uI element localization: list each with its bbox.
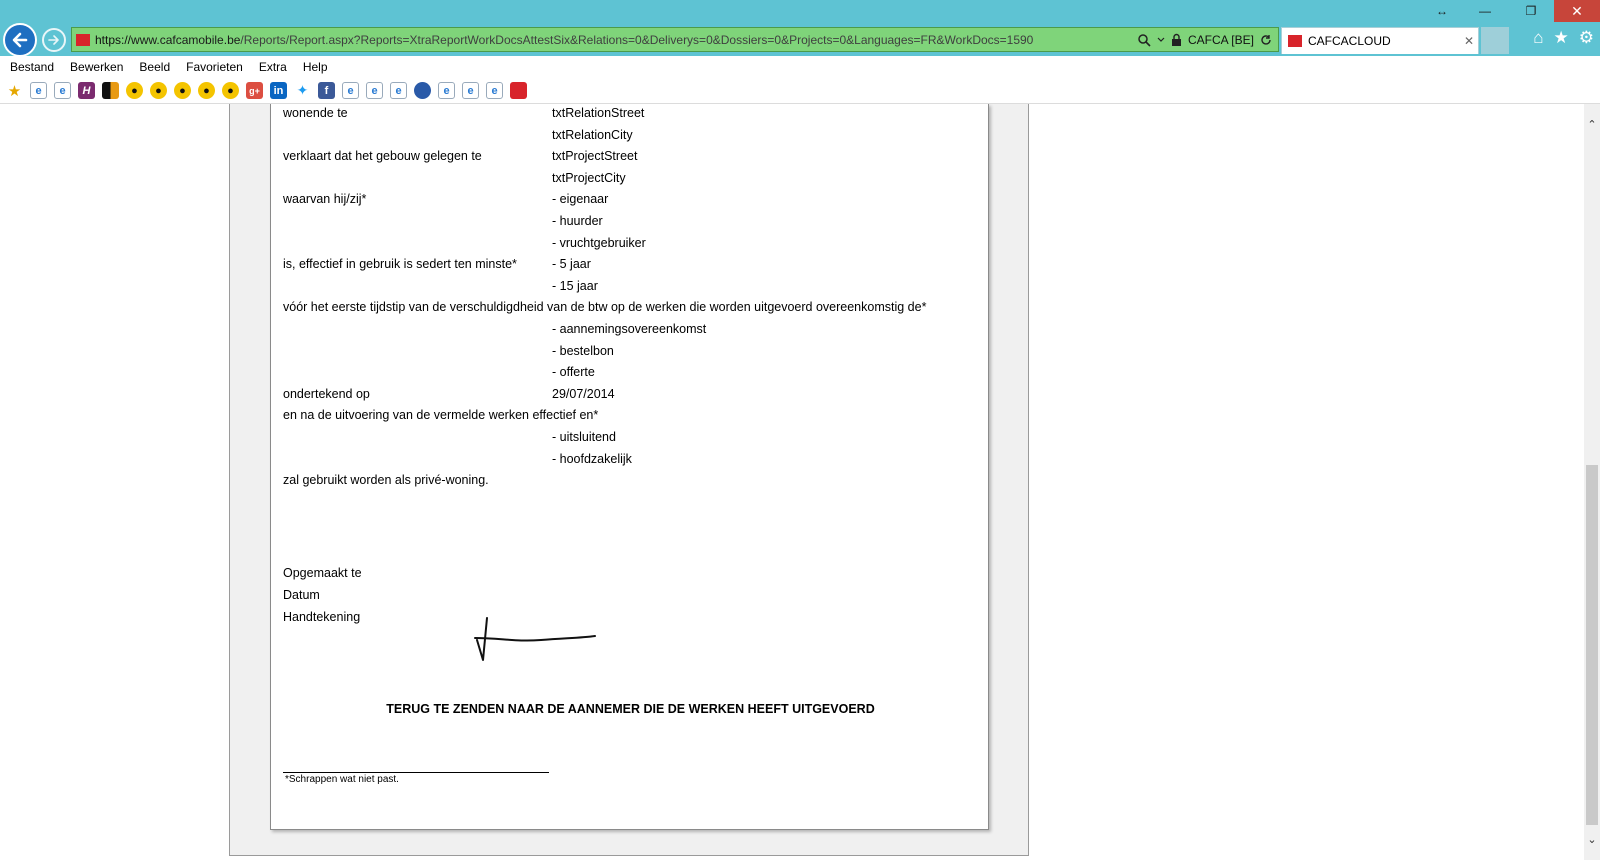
ie-page-icon[interactable]: e	[30, 82, 47, 99]
search-icon[interactable]	[1137, 33, 1151, 47]
doc-line-label: en na de uitvoering van de vermelde werk…	[283, 408, 599, 423]
doc-line-value: - hoofdzakelijk	[552, 451, 632, 466]
cafca-site-icon[interactable]	[510, 82, 527, 99]
report-viewer: wonende te txtRelationStreet txtRelationCi…	[229, 104, 1029, 856]
flag-site-icon[interactable]	[102, 82, 119, 99]
doc-line-label: is, effectief in gebruik is sedert ten m…	[283, 257, 517, 272]
handtekening-label: Handtekening	[283, 610, 361, 624]
new-tab-button[interactable]	[1481, 27, 1509, 54]
doc-line-label: vóór het eerste tijdstip van de verschul…	[283, 300, 927, 315]
twitter-icon[interactable]: ✦	[294, 82, 311, 99]
window-controls: ↔ — ❐ ✕	[1422, 0, 1600, 22]
linkedin-icon[interactable]: in	[270, 82, 287, 99]
tab-favicon	[1288, 35, 1302, 47]
doc-line-label: zal gebruikt worden als privé-woning.	[283, 473, 489, 488]
handwritten-signature	[474, 617, 596, 661]
scroll-up-icon[interactable]: ⌃	[1584, 116, 1600, 133]
doc-line-value: - 5 jaar	[552, 257, 591, 272]
back-button[interactable]	[3, 23, 37, 57]
menu-help[interactable]: Help	[303, 60, 336, 74]
scroll-down-icon[interactable]: ⌄	[1584, 831, 1600, 848]
datum-label: Datum	[283, 588, 320, 602]
forward-button[interactable]	[42, 28, 66, 52]
close-window-button[interactable]: ✕	[1554, 0, 1600, 22]
restore-button[interactable]: ❐	[1508, 0, 1554, 22]
tab-title: CAFCACLOUD	[1308, 34, 1391, 48]
facebook-icon[interactable]: f	[318, 82, 335, 99]
google-plus-icon[interactable]: g+	[246, 82, 263, 99]
page-content: wonende te txtRelationStreet txtRelationCi…	[0, 104, 1584, 860]
menu-bar: Bestand Bewerken Beeld Favorieten Extra …	[0, 56, 1600, 78]
refresh-icon[interactable]	[1260, 34, 1272, 46]
doc-line-label: waarvan hij/zij*	[283, 192, 367, 207]
site-favicon	[76, 33, 90, 46]
menu-bestand[interactable]: Bestand	[10, 60, 62, 74]
doc-line-value: txtProjectStreet	[552, 149, 638, 164]
doc-line-value: - 15 jaar	[552, 278, 598, 293]
doc-line-value: txtRelationStreet	[552, 106, 645, 120]
vertical-scrollbar[interactable]: ⌃ ⌄	[1584, 104, 1600, 860]
add-favorite-icon[interactable]: ★	[6, 82, 23, 100]
ie-page-icon[interactable]: e	[438, 82, 455, 99]
tab-cafcacloud[interactable]: CAFCACLOUD ✕	[1281, 27, 1479, 54]
ie-page-icon[interactable]: e	[54, 82, 71, 99]
url-scheme: https://	[95, 32, 132, 47]
address-tools: CAFCA [BE]	[1131, 28, 1278, 51]
doc-line-value: - offerte	[552, 365, 595, 380]
doc-line-value: - uitsluitend	[552, 430, 616, 444]
footnote-divider	[283, 772, 549, 773]
opgemaakt-te-label: Opgemaakt te	[283, 566, 362, 580]
ie-page-icon[interactable]: e	[390, 82, 407, 99]
toolbar-right: ⌂ ★ ⚙	[1533, 28, 1594, 48]
resize-icon[interactable]: ↔	[1422, 0, 1462, 22]
footnote: *Schrappen wat niet past.	[285, 774, 399, 785]
doc-line-value: - vruchtgebruiker	[552, 235, 646, 250]
doc-line-label: verklaart dat het gebouw gelegen te	[283, 149, 482, 164]
url-path: /Reports/Report.aspx?Reports=XtraReportW…	[240, 32, 1034, 47]
close-tab-icon[interactable]: ✕	[1460, 34, 1478, 48]
address-bar[interactable]: https://www.cafcamobile.be/Reports/Repor…	[71, 27, 1279, 52]
yellow-site-icon[interactable]: ●	[174, 82, 191, 99]
doc-line-value: - bestelbon	[552, 343, 614, 358]
chevron-down-icon[interactable]	[1157, 36, 1165, 44]
menu-extra[interactable]: Extra	[259, 60, 295, 74]
yellow-site-icon[interactable]: ●	[198, 82, 215, 99]
yellow-site-icon[interactable]: ●	[150, 82, 167, 99]
doc-line-value: - huurder	[552, 214, 603, 228]
yellow-site-icon[interactable]: ●	[222, 82, 239, 99]
arrow-left-icon	[12, 32, 28, 48]
star-icon[interactable]: ★	[1554, 28, 1569, 48]
h-site-icon[interactable]: H	[78, 82, 95, 99]
ie-page-icon[interactable]: e	[366, 82, 383, 99]
favorites-bar: ★ e e H ● ● ● ● ● g+ in ✦ f e e e e e e	[0, 78, 1600, 104]
ie-page-icon[interactable]: e	[462, 82, 479, 99]
menu-bewerken[interactable]: Bewerken	[70, 60, 131, 74]
ie-page-icon[interactable]: e	[342, 82, 359, 99]
doc-line-value: txtProjectCity	[552, 170, 626, 185]
scrollbar-thumb[interactable]	[1586, 465, 1598, 825]
ie-page-icon[interactable]: e	[486, 82, 503, 99]
doc-line-value: 29/07/2014	[552, 386, 615, 401]
globe-icon[interactable]	[414, 82, 431, 99]
browser-titlebar: ↔ — ❐ ✕ https://www.cafcamobile.be/Repor…	[0, 0, 1600, 57]
url-input[interactable]: https://www.cafcamobile.be/Reports/Repor…	[95, 33, 1131, 47]
doc-line-value: txtRelationCity	[552, 127, 633, 142]
menu-favorieten[interactable]: Favorieten	[186, 60, 251, 74]
gear-icon[interactable]: ⚙	[1579, 28, 1594, 48]
doc-line-value: - eigenaar	[552, 192, 609, 207]
minimize-button[interactable]: —	[1462, 0, 1508, 22]
doc-line-value: - aannemingsovereenkomst	[552, 322, 707, 336]
doc-line-label: ondertekend op	[283, 386, 370, 401]
home-icon[interactable]: ⌂	[1533, 28, 1543, 48]
lock-icon[interactable]	[1171, 33, 1182, 46]
site-identity[interactable]: CAFCA [BE]	[1188, 33, 1254, 47]
footer-title: TERUG TE ZENDEN NAAR DE AANNEMER DIE DE …	[386, 702, 875, 716]
menu-beeld[interactable]: Beeld	[139, 60, 178, 74]
report-page: wonende te txtRelationStreet txtRelationCi…	[270, 104, 989, 830]
doc-line-label: wonende te	[283, 106, 348, 120]
yellow-site-icon[interactable]: ●	[126, 82, 143, 99]
url-host: www.cafcamobile.be	[131, 32, 241, 47]
arrow-right-icon	[48, 35, 59, 45]
